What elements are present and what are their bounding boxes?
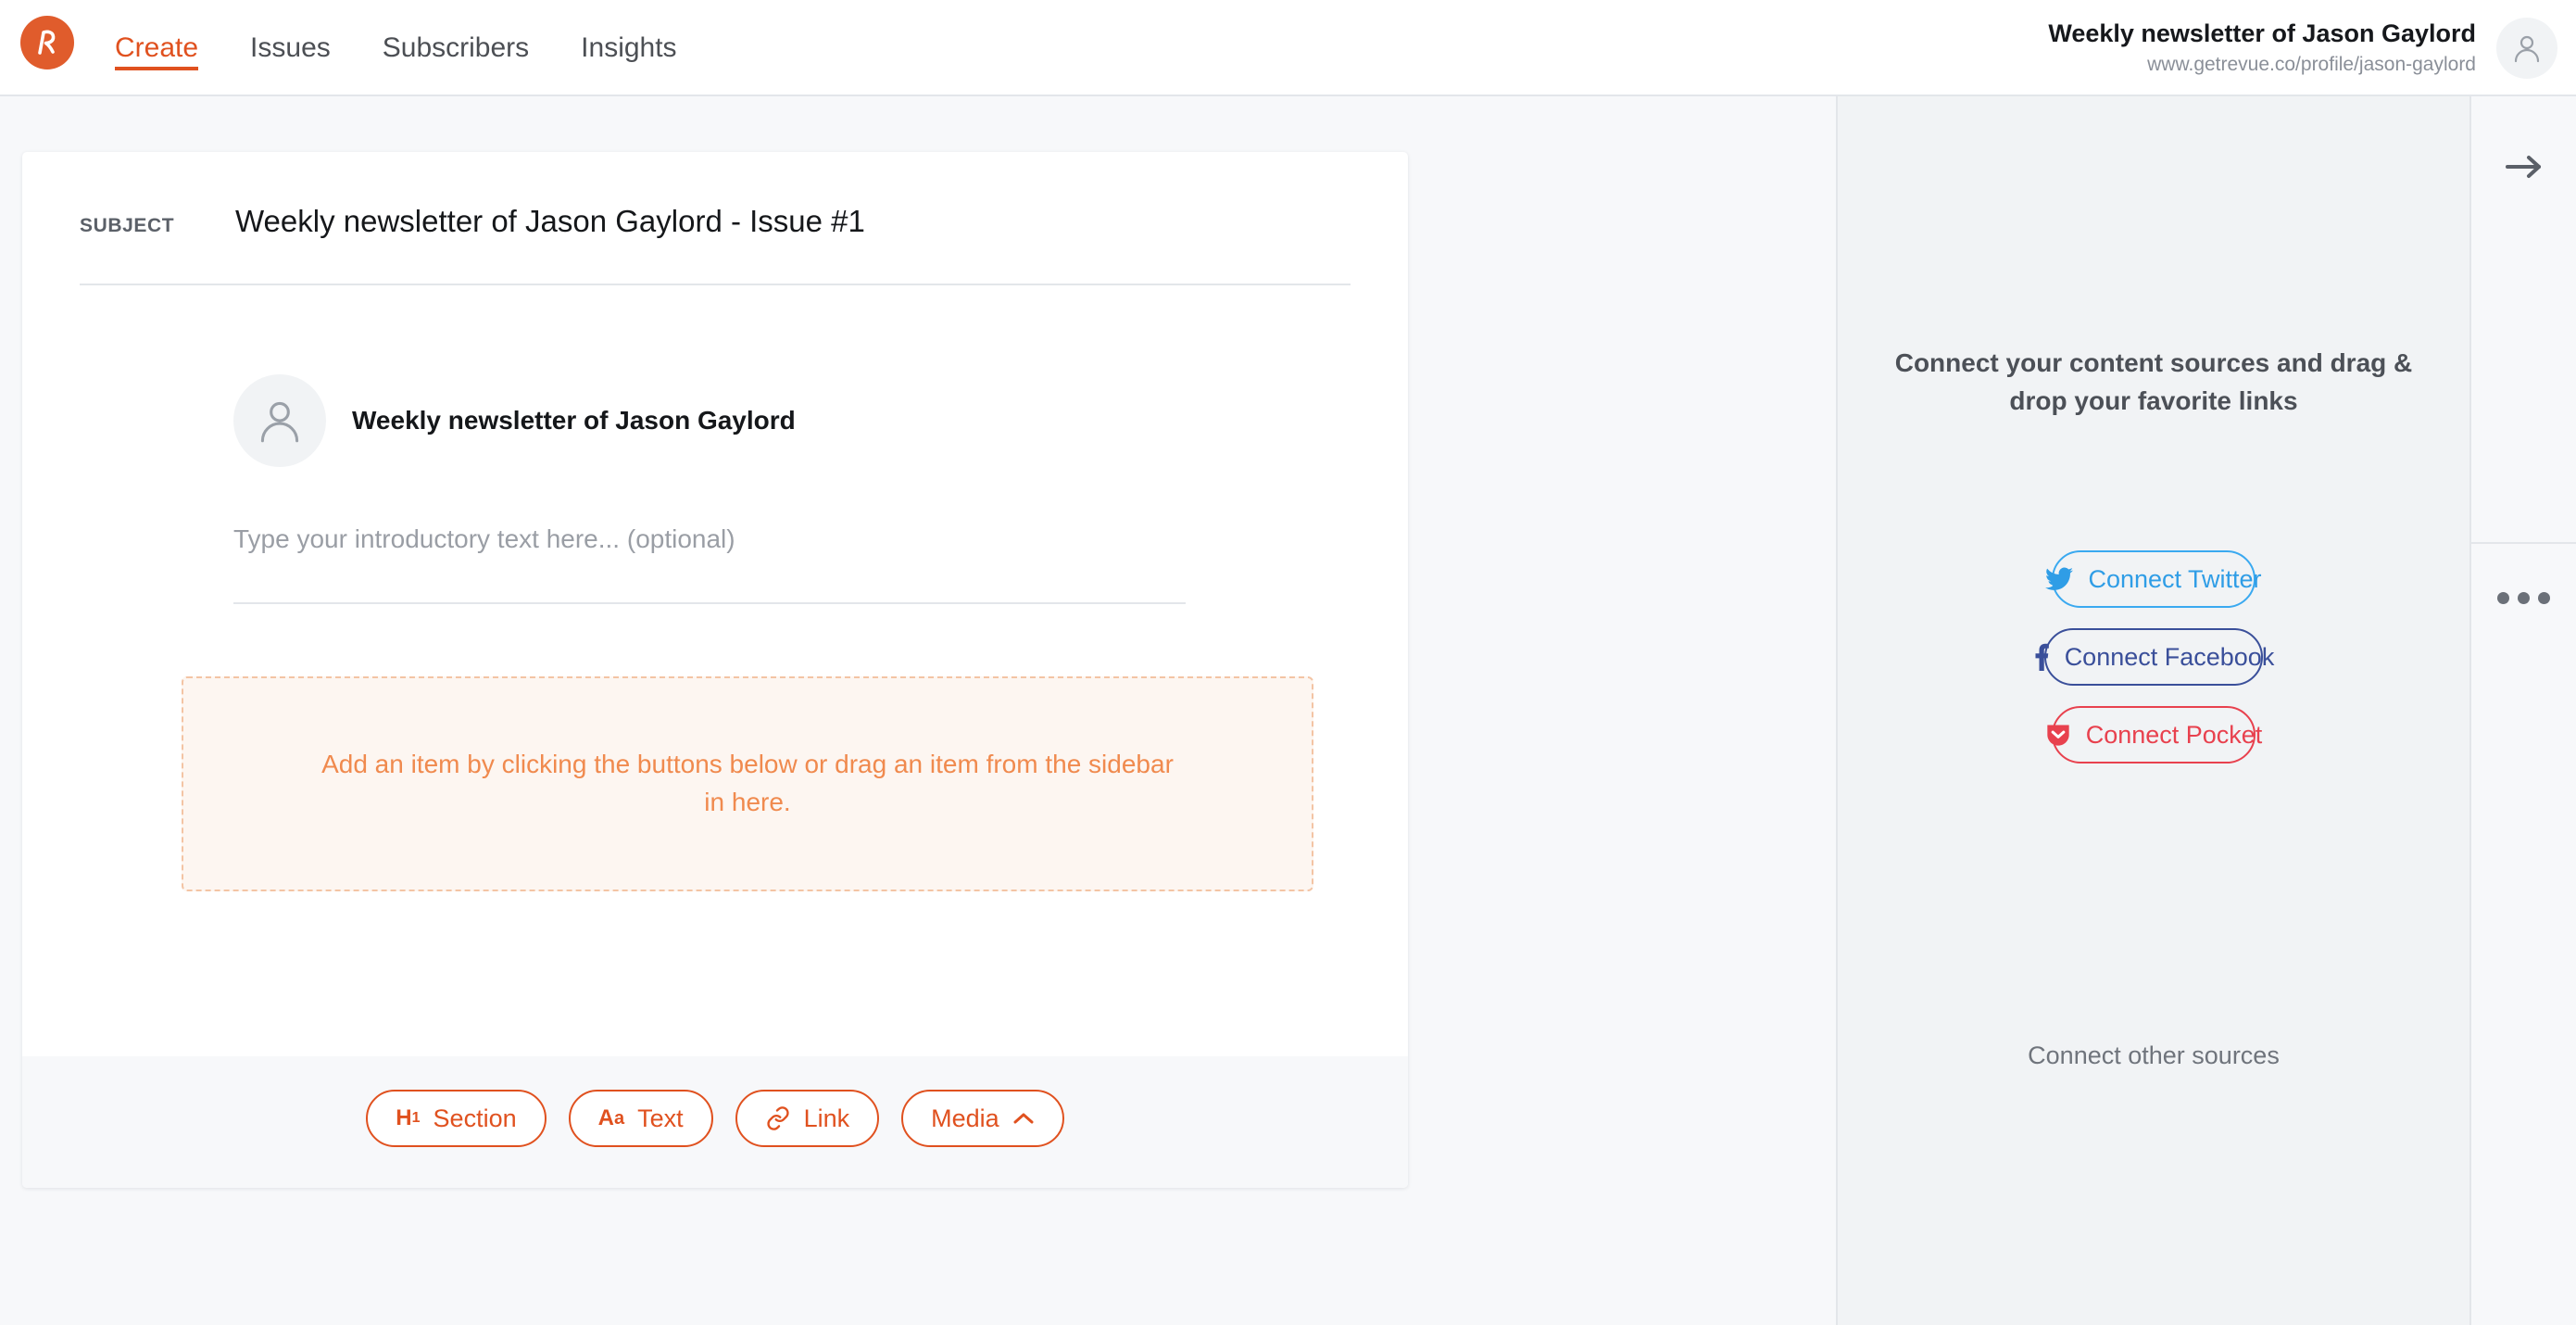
more-options-button[interactable] bbox=[2471, 546, 2576, 731]
issue-editor-body: SUBJECT Weekly newsletter of Jason Gaylo… bbox=[22, 152, 1408, 1056]
newsletter-profile-row: Weekly newsletter of Jason Gaylord bbox=[22, 285, 1408, 467]
right-rail bbox=[2469, 96, 2576, 1325]
chevron-up-icon bbox=[1012, 1111, 1035, 1126]
connect-pocket-button[interactable]: Connect Pocket bbox=[2047, 706, 2262, 763]
connect-pocket-label: Connect Pocket bbox=[2085, 720, 2263, 749]
add-section-label: Section bbox=[433, 1104, 517, 1132]
newsletter-name: Weekly newsletter of Jason Gaylord bbox=[352, 406, 796, 435]
issue-editor-card: SUBJECT Weekly newsletter of Jason Gaylo… bbox=[22, 152, 1408, 1188]
nav-item-label: Create bbox=[115, 32, 199, 63]
add-media-button[interactable]: Media bbox=[901, 1090, 1064, 1147]
dropzone-text: Add an item by clicking the buttons belo… bbox=[321, 750, 1174, 816]
nav-item-label: Subscribers bbox=[382, 32, 530, 63]
connect-buttons-group: Connect Twitter Connect Facebook Connect… bbox=[1838, 550, 2469, 763]
nav-item-label: Issues bbox=[250, 32, 331, 63]
main-nav: Create Issues Subscribers Insights bbox=[115, 0, 703, 96]
more-horizontal-icon bbox=[2497, 592, 2550, 604]
connect-twitter-label: Connect Twitter bbox=[2088, 564, 2262, 593]
connect-twitter-button[interactable]: Connect Twitter bbox=[2045, 550, 2262, 608]
user-avatar-icon[interactable] bbox=[2496, 18, 2557, 79]
heading-icon: H1 bbox=[396, 1105, 421, 1130]
user-avatar-icon bbox=[233, 374, 326, 467]
twitter-icon bbox=[2045, 567, 2074, 591]
editor-column: SUBJECT Weekly newsletter of Jason Gaylo… bbox=[0, 96, 1836, 1325]
add-link-label: Link bbox=[803, 1104, 850, 1132]
intro-divider bbox=[233, 602, 1186, 604]
pocket-icon bbox=[2045, 722, 2071, 748]
facebook-icon bbox=[2033, 643, 2050, 671]
editor-spacer bbox=[22, 891, 1408, 1056]
add-section-button[interactable]: H1 Section bbox=[366, 1090, 547, 1147]
revue-logo-icon[interactable] bbox=[20, 16, 74, 69]
nav-item-create[interactable]: Create bbox=[115, 0, 224, 96]
nav-item-issues[interactable]: Issues bbox=[224, 0, 357, 96]
connect-heading: Connect your content sources and drag & … bbox=[1894, 348, 2413, 415]
link-icon bbox=[765, 1105, 791, 1131]
arrow-right-icon bbox=[2504, 152, 2545, 186]
add-text-label: Text bbox=[637, 1104, 684, 1132]
subject-input[interactable]: Weekly newsletter of Jason Gaylord - Iss… bbox=[235, 204, 865, 239]
item-dropzone[interactable]: Add an item by clicking the buttons belo… bbox=[182, 676, 1313, 891]
nav-item-insights[interactable]: Insights bbox=[555, 0, 702, 96]
content-sources-sidebar: Connect your content sources and drag & … bbox=[1836, 96, 2469, 1325]
account-title: Weekly newsletter of Jason Gaylord bbox=[2048, 19, 2476, 48]
connect-facebook-button[interactable]: Connect Facebook bbox=[2035, 628, 2274, 686]
top-navigation-bar: Create Issues Subscribers Insights Weekl… bbox=[0, 0, 2576, 96]
add-text-button[interactable]: Aa Text bbox=[568, 1090, 713, 1147]
nav-item-label: Insights bbox=[581, 32, 677, 63]
connect-facebook-label: Connect Facebook bbox=[2064, 642, 2275, 671]
account-url: www.getrevue.co/profile/jason-gaylord bbox=[2147, 54, 2476, 76]
editor-toolbar: H1 Section Aa Text Link Media bbox=[22, 1056, 1408, 1188]
next-step-button[interactable] bbox=[2471, 96, 2576, 544]
add-link-button[interactable]: Link bbox=[735, 1090, 880, 1147]
nav-item-subscribers[interactable]: Subscribers bbox=[357, 0, 555, 96]
subject-row: SUBJECT Weekly newsletter of Jason Gaylo… bbox=[22, 152, 1408, 239]
account-info: Weekly newsletter of Jason Gaylord www.g… bbox=[2048, 19, 2476, 76]
subject-label: SUBJECT bbox=[80, 215, 175, 236]
intro-text-input[interactable]: Type your introductory text here... (opt… bbox=[22, 467, 1408, 554]
connect-other-sources-link[interactable]: Connect other sources bbox=[1838, 1041, 2469, 1070]
add-media-label: Media bbox=[931, 1104, 999, 1132]
text-icon: Aa bbox=[597, 1105, 625, 1130]
account-menu[interactable]: Weekly newsletter of Jason Gaylord www.g… bbox=[2048, 0, 2557, 96]
